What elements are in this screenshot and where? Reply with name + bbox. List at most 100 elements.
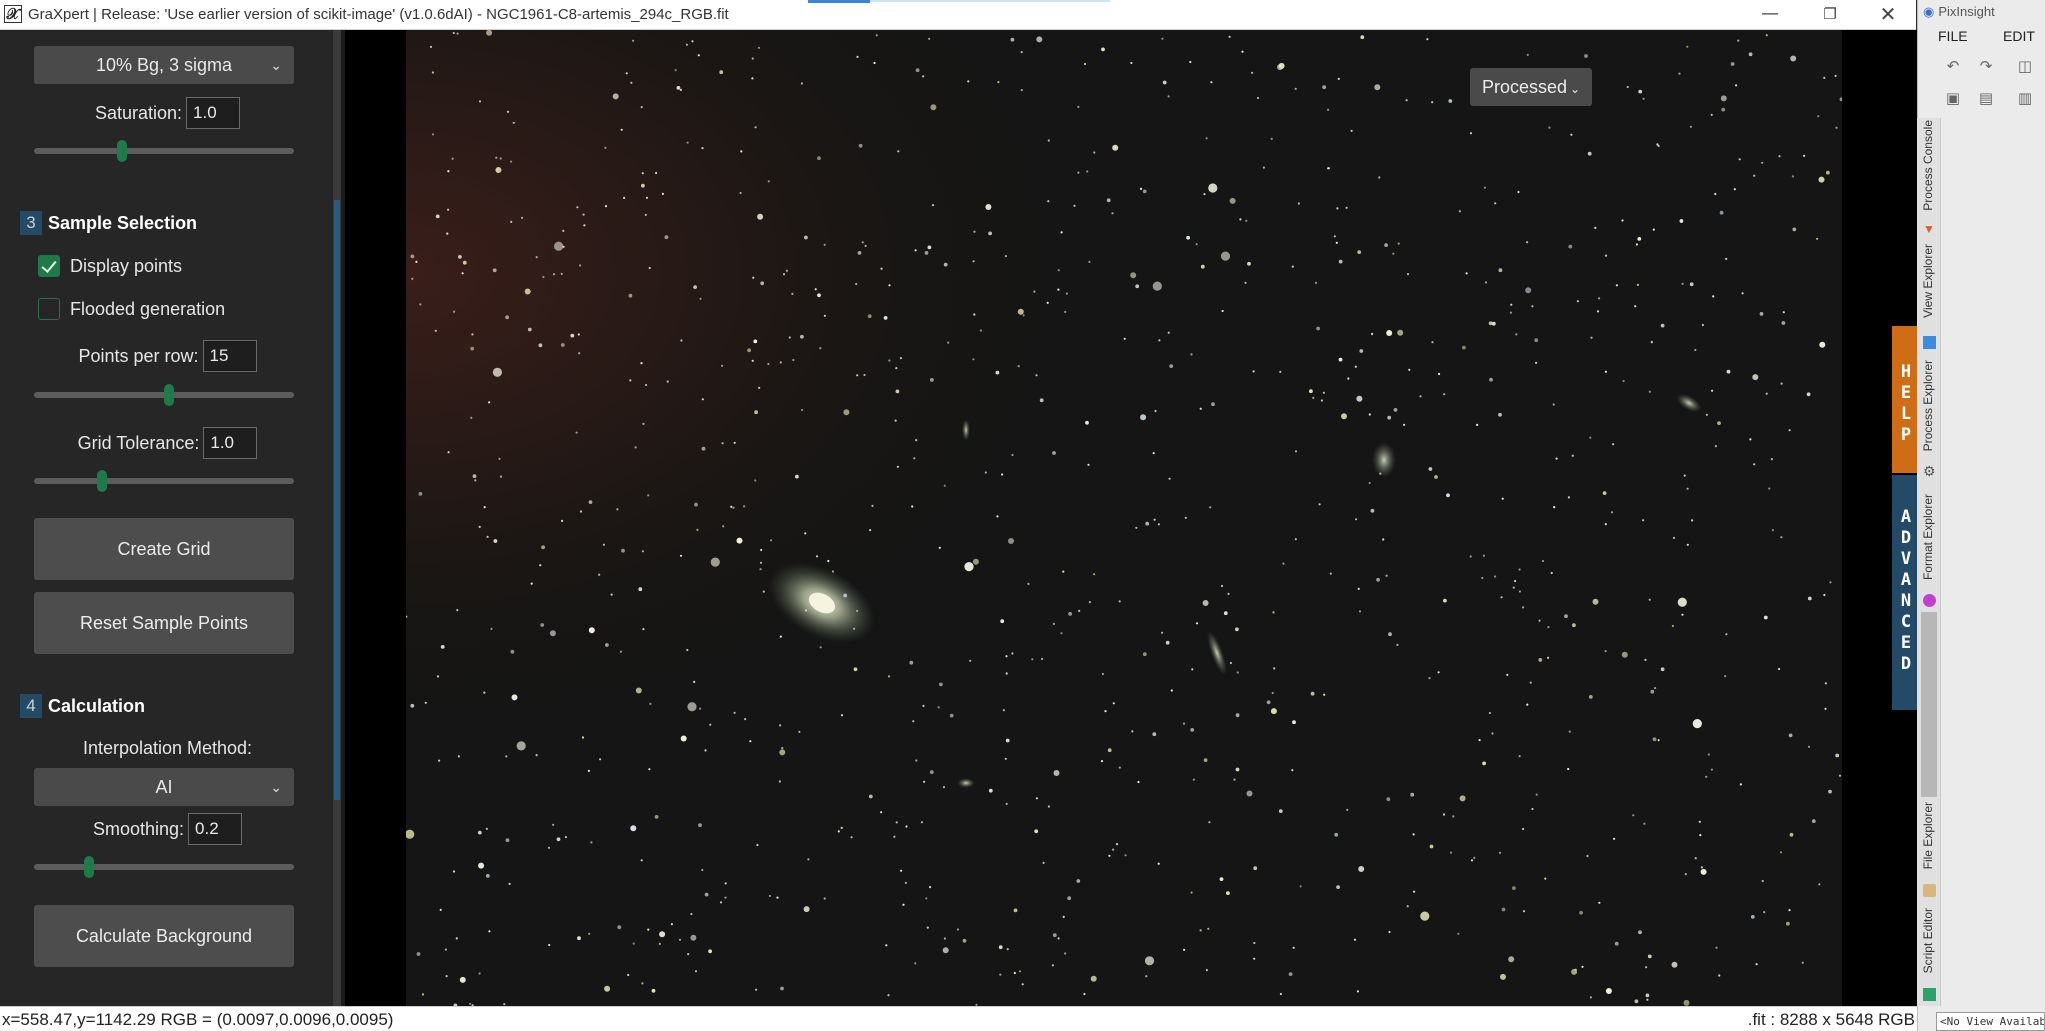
grid-tolerance-input[interactable]: 1.0 — [203, 427, 258, 459]
star — [1656, 143, 1659, 146]
star — [1000, 619, 1005, 624]
tab-process-explorer-label: Process Explorer — [1921, 360, 1935, 452]
menu-edit[interactable]: EDIT — [2003, 28, 2035, 44]
star — [1835, 753, 1840, 758]
star — [1654, 687, 1657, 690]
star — [1602, 491, 1607, 495]
star — [850, 836, 853, 839]
star — [628, 293, 633, 298]
undo-icon[interactable]: ↶ — [1943, 56, 1963, 76]
points-per-row-slider[interactable] — [34, 384, 294, 406]
tab-format-explorer[interactable]: Format Explorer — [1920, 494, 1940, 612]
pixinsight-strip-scrollbar[interactable] — [1921, 612, 1937, 797]
monitor-icon[interactable]: ▣ — [1943, 88, 1963, 108]
menu-file[interactable]: FILE — [1938, 28, 1968, 44]
stretch-dropdown[interactable]: 10% Bg, 3 sigma ⌄ — [34, 46, 294, 84]
star — [840, 714, 844, 717]
star — [1473, 856, 1476, 860]
minimize-button[interactable]: — — [1740, 0, 1800, 28]
slider-thumb[interactable] — [96, 470, 107, 492]
tab-script-editor[interactable]: Script Editor — [1920, 908, 1940, 1004]
help-tab[interactable]: HELP — [1892, 326, 1920, 473]
points-per-row-input[interactable]: 15 — [202, 340, 257, 372]
star — [1047, 805, 1050, 808]
slider-thumb[interactable] — [83, 856, 94, 878]
redo-icon[interactable]: ↷ — [1976, 56, 1996, 76]
tab-process-explorer[interactable]: Process Explorer ⚙ — [1920, 360, 1940, 486]
star — [630, 825, 637, 832]
star — [1123, 337, 1126, 340]
star — [770, 539, 773, 542]
star — [1738, 158, 1741, 161]
star — [1779, 851, 1783, 854]
astro-image[interactable] — [406, 30, 1842, 1006]
star — [1835, 126, 1838, 129]
star — [1489, 377, 1493, 382]
saturation-slider[interactable] — [34, 140, 294, 162]
panel-dock-icon[interactable]: ◫ — [2015, 56, 2035, 76]
tab-process-console[interactable]: Process Console ▼ — [1920, 120, 1940, 240]
tab-view-explorer[interactable]: View Explorer — [1920, 244, 1940, 352]
calculate-background-button[interactable]: Calculate Background — [34, 905, 294, 967]
star — [578, 352, 581, 355]
star — [1093, 573, 1096, 576]
display-mode-dropdown[interactable]: Processed ⌄ — [1470, 68, 1592, 106]
reset-sample-points-button[interactable]: Reset Sample Points — [34, 592, 294, 654]
star — [1157, 862, 1160, 865]
star — [1638, 89, 1643, 94]
image-viewer[interactable]: Processed ⌄ — [345, 30, 1917, 1006]
star — [1253, 957, 1256, 960]
star — [1235, 713, 1240, 718]
star — [1229, 197, 1236, 204]
left-panel-scroll-thumb[interactable] — [334, 200, 340, 800]
star — [478, 525, 481, 528]
display-points-option[interactable]: Display points — [38, 255, 182, 281]
star — [1004, 757, 1007, 760]
star — [1370, 508, 1375, 513]
star — [581, 736, 585, 739]
restore-button[interactable]: ❐ — [1800, 0, 1860, 28]
star — [1021, 983, 1024, 986]
close-button[interactable]: ✕ — [1858, 0, 1918, 28]
star — [1142, 652, 1147, 657]
star — [632, 942, 635, 945]
star — [1158, 339, 1161, 342]
slider-thumb[interactable] — [117, 140, 128, 162]
stretch-dropdown-value: 10% Bg, 3 sigma — [95, 55, 233, 75]
grid-tolerance-slider[interactable] — [34, 470, 294, 492]
star — [779, 724, 782, 727]
flooded-generation-label: Flooded generation — [70, 298, 226, 319]
flooded-generation-option[interactable]: Flooded generation — [38, 298, 225, 324]
smoothing-slider[interactable] — [34, 856, 294, 878]
star — [1488, 321, 1493, 326]
star — [542, 275, 545, 279]
star — [1013, 908, 1018, 913]
saturation-input[interactable]: 1.0 — [186, 97, 241, 129]
slider-thumb[interactable] — [164, 384, 175, 406]
star — [894, 419, 897, 422]
window-icon[interactable]: ▥ — [2015, 88, 2035, 108]
interpolation-method-dropdown[interactable]: AI ⌄ — [34, 768, 294, 806]
star — [880, 267, 883, 270]
star — [1057, 937, 1060, 940]
display-points-checkbox[interactable] — [38, 255, 60, 277]
star — [843, 593, 848, 598]
star — [758, 386, 761, 389]
smoothing-input[interactable]: 0.2 — [188, 813, 243, 845]
create-grid-button[interactable]: Create Grid — [34, 518, 294, 580]
star — [1719, 210, 1724, 215]
tab-file-explorer[interactable]: File Explorer — [1920, 802, 1940, 902]
star — [900, 869, 903, 872]
star — [435, 214, 440, 219]
star — [914, 962, 917, 965]
star — [1823, 76, 1826, 79]
star — [1186, 235, 1190, 240]
star — [694, 502, 698, 507]
star — [749, 740, 752, 743]
advanced-tab[interactable]: ADVANCED — [1892, 475, 1920, 710]
star — [471, 333, 474, 336]
star — [679, 88, 682, 91]
screenshot-icon[interactable]: ▤ — [1976, 88, 1996, 108]
star — [469, 1002, 472, 1005]
flooded-generation-checkbox[interactable] — [38, 298, 60, 320]
